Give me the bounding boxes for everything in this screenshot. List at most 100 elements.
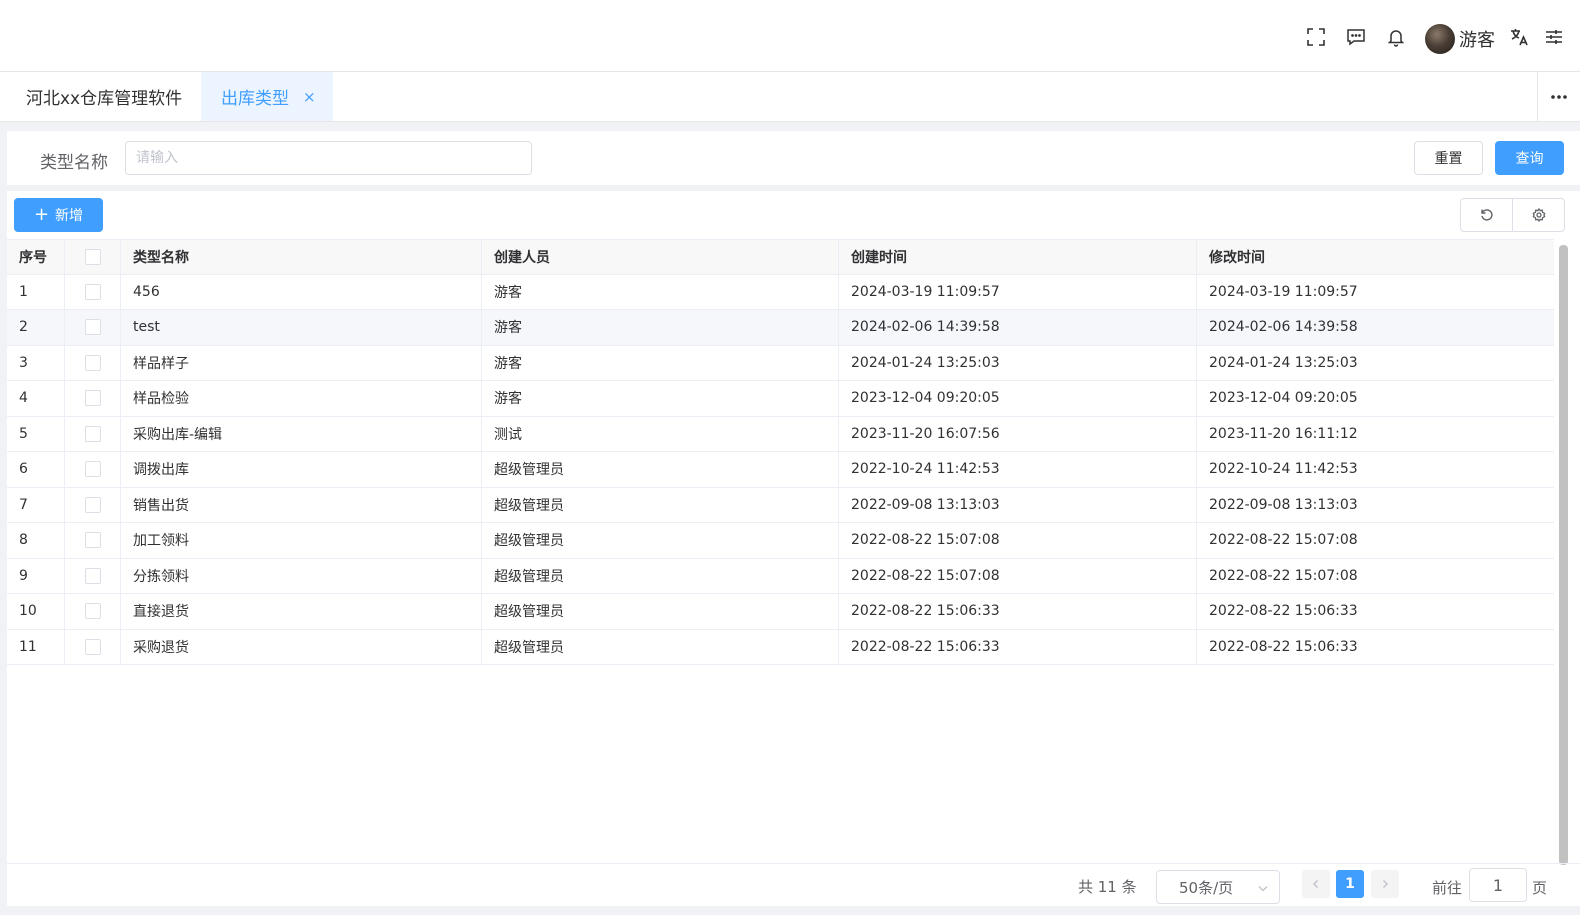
row-checkbox[interactable]	[84, 638, 101, 655]
add-button-label: 新增	[55, 208, 84, 224]
row-checkbox[interactable]	[84, 532, 101, 549]
row-index: 4	[7, 381, 65, 416]
goto-page-input[interactable]	[1469, 868, 1527, 902]
table-row[interactable]: 6 调拨出库 超级管理员 2022-10-24 11:42:53 2022-10-24 …	[7, 452, 1554, 488]
row-index: 5	[7, 416, 65, 451]
created-time-cell: 2022-10-24 11:42:53	[839, 452, 1197, 487]
row-checkbox[interactable]	[84, 319, 101, 336]
creator-cell: 测试	[482, 416, 839, 451]
bell-icon[interactable]	[1385, 26, 1407, 48]
row-checkbox[interactable]	[84, 354, 101, 371]
fullscreen-icon[interactable]	[1305, 26, 1327, 48]
tab-home[interactable]: 河北xx仓库管理软件	[26, 72, 182, 121]
creator-cell: 游客	[482, 310, 839, 345]
type-name-cell: 调拨出库	[121, 452, 482, 487]
table-row[interactable]: 7 销售出货 超级管理员 2022-09-08 13:13:03 2022-09-08 …	[7, 487, 1554, 523]
modified-time-cell: 2022-08-22 15:07:08	[1209, 567, 1358, 584]
table-row[interactable]: 1 456 游客 2024-03-19 11:09:57 2024-03-19 11:0…	[7, 274, 1554, 310]
row-checkbox[interactable]	[84, 567, 101, 584]
select-all-checkbox[interactable]	[84, 248, 101, 265]
chevron-left-icon	[1312, 879, 1319, 889]
tab-outbound-type[interactable]: 出库类型 ×	[201, 72, 333, 121]
table-row[interactable]: 2 test 游客 2024-02-06 14:39:58 2024-02-06 14:…	[7, 310, 1554, 346]
next-page-button[interactable]	[1371, 870, 1399, 898]
created-time-cell: 2022-09-08 13:13:03	[839, 487, 1197, 522]
reset-button[interactable]: 重置	[1414, 141, 1483, 175]
creator-cell: 超级管理员	[482, 629, 839, 664]
modified-time-cell: 2023-11-20 16:11:12	[1209, 425, 1358, 442]
row-checkbox[interactable]	[84, 390, 101, 407]
row-index: 2	[7, 310, 65, 345]
row-checkbox[interactable]	[84, 425, 101, 442]
row-select	[65, 558, 121, 593]
data-table: 序号 类型名称 创建人员 创建时间 修改时间 1 456 游客 2024-03-19 …	[7, 239, 1554, 665]
settings-sliders-icon[interactable]	[1543, 26, 1565, 48]
type-name-cell: 分拣领料	[121, 558, 482, 593]
row-index: 10	[7, 594, 65, 629]
row-checkbox[interactable]	[84, 496, 101, 513]
tab-label: 出库类型	[221, 89, 289, 109]
row-checkbox[interactable]	[84, 603, 101, 620]
table-row[interactable]: 11 采购退货 超级管理员 2022-08-22 15:06:33 2022-08-22…	[7, 629, 1554, 665]
total-count: 共 11 条	[1078, 878, 1137, 896]
translate-icon[interactable]	[1508, 26, 1530, 48]
pagination: 共 11 条 50条/页 1 前往 页	[7, 863, 1580, 906]
prev-page-button[interactable]	[1302, 870, 1330, 898]
gear-icon	[1532, 208, 1545, 222]
row-checkbox[interactable]	[84, 283, 101, 300]
created-time-cell: 2023-11-20 16:07:56	[839, 416, 1197, 451]
column-header-select	[65, 240, 121, 274]
type-name-cell: 样品样子	[121, 345, 482, 380]
created-time-cell: 2024-02-06 14:39:58	[839, 310, 1197, 345]
table-row[interactable]: 3 样品样子 游客 2024-01-24 13:25:03 2024-01-24 13:…	[7, 345, 1554, 381]
column-settings-button[interactable]	[1512, 198, 1565, 232]
type-name-cell: 样品检验	[121, 381, 482, 416]
table-row[interactable]: 4 样品检验 游客 2023-12-04 09:20:05 2023-12-04 09:…	[7, 381, 1554, 417]
close-icon[interactable]: ×	[303, 88, 316, 106]
type-name-cell: 销售出货	[121, 487, 482, 522]
created-time-cell: 2024-01-24 13:25:03	[839, 345, 1197, 380]
table-row[interactable]: 8 加工领料 超级管理员 2022-08-22 15:07:08 2022-08-22 …	[7, 523, 1554, 559]
tabs-bar: 河北xx仓库管理软件 出库类型 ×	[0, 72, 1580, 122]
user-name[interactable]: 游客	[1459, 26, 1495, 52]
row-index: 8	[7, 523, 65, 558]
created-time-cell: 2022-08-22 15:07:08	[839, 558, 1197, 593]
avatar[interactable]	[1425, 24, 1455, 54]
type-name-cell: 直接退货	[121, 594, 482, 629]
column-header: 序号	[7, 240, 65, 274]
page-size-select[interactable]: 50条/页	[1156, 870, 1280, 904]
message-icon[interactable]	[1345, 26, 1367, 48]
row-select	[65, 345, 121, 380]
query-button[interactable]: 查询	[1495, 141, 1564, 175]
scrollbar[interactable]	[1559, 245, 1568, 865]
modified-time-cell: 2023-12-04 09:20:05	[1209, 390, 1358, 407]
refresh-button[interactable]	[1460, 198, 1513, 232]
type-name-input[interactable]	[125, 141, 532, 175]
table-row[interactable]: 5 采购出库-编辑 测试 2023-11-20 16:07:56 2023-11-20 …	[7, 416, 1554, 452]
modified-time-cell: 2022-08-22 15:07:08	[1209, 532, 1358, 549]
page-suffix: 页	[1532, 879, 1548, 897]
row-select	[65, 381, 121, 416]
created-time-cell: 2023-12-04 09:20:05	[839, 381, 1197, 416]
column-header: 创建人员	[482, 240, 839, 274]
creator-cell: 超级管理员	[482, 558, 839, 593]
search-panel: 类型名称 重置 查询	[7, 131, 1580, 185]
table-row[interactable]: 10 直接退货 超级管理员 2022-08-22 15:06:33 2022-08-22…	[7, 594, 1554, 630]
row-select	[65, 594, 121, 629]
more-icon[interactable]	[1537, 72, 1580, 121]
row-index: 6	[7, 452, 65, 487]
row-checkbox[interactable]	[84, 461, 101, 478]
row-select	[65, 416, 121, 451]
page-number[interactable]: 1	[1336, 870, 1364, 898]
creator-cell: 超级管理员	[482, 487, 839, 522]
row-index: 7	[7, 487, 65, 522]
main-panel: + 新增 序号 类型名称 创建人员 创建时间 修改时间 1 456 游客 2024-0…	[7, 191, 1580, 906]
type-name-cell: 456	[121, 274, 482, 309]
created-time-cell: 2022-08-22 15:06:33	[839, 629, 1197, 664]
row-select	[65, 523, 121, 558]
add-button[interactable]: + 新增	[14, 198, 103, 232]
creator-cell: 游客	[482, 345, 839, 380]
refresh-icon	[1480, 209, 1493, 221]
table-row[interactable]: 9 分拣领料 超级管理员 2022-08-22 15:07:08 2022-08-22 …	[7, 558, 1554, 594]
row-index: 3	[7, 345, 65, 380]
